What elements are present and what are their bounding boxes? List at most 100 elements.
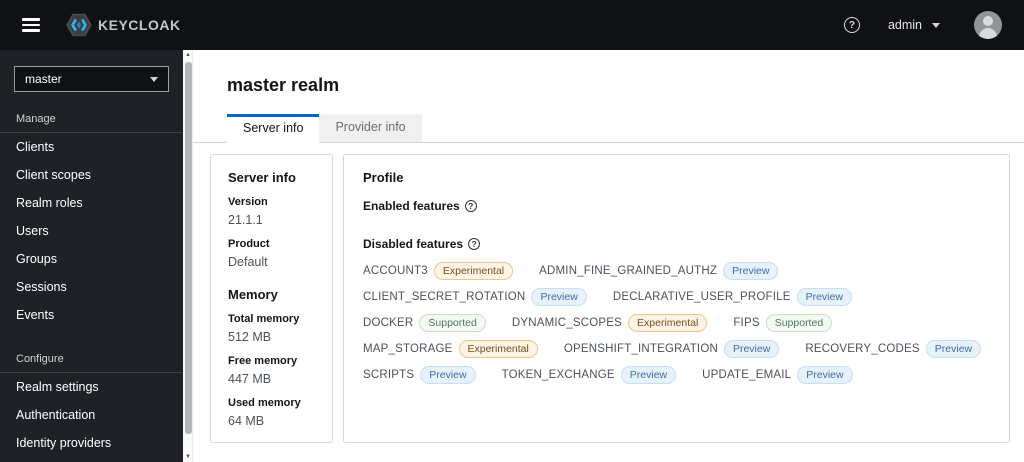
- sidebar-item-authentication[interactable]: Authentication: [0, 401, 183, 429]
- feature-name: SCRIPTS: [363, 369, 415, 381]
- tabs: Server info Provider info: [227, 114, 1024, 143]
- top-bar: KEYCLOAK ? admin: [0, 0, 1024, 50]
- realm-select-value: master: [25, 72, 62, 86]
- field-label: Version: [228, 196, 268, 208]
- sidebar-item-users[interactable]: Users: [0, 217, 183, 245]
- feature-status-badge: Preview: [620, 366, 677, 384]
- field-value: 512 MB: [228, 330, 272, 344]
- disabled-features-list: ACCOUNT3 Experimental ADMIN_FINE_GRAINED_A…: [363, 262, 989, 384]
- server-info-fields: Version 21.1.1 Product Default: [228, 196, 322, 269]
- nav-section-configure: Configure Realm settings Authentication Ide…: [0, 353, 183, 462]
- field-label: Free memory: [228, 355, 298, 367]
- sidebar-item-identity-providers[interactable]: Identity providers: [0, 429, 183, 457]
- feature-item: SCRIPTS Preview: [363, 366, 476, 384]
- nav-section-title: Configure: [16, 353, 64, 365]
- feature-item: ADMIN_FINE_GRAINED_AUTHZ Preview: [539, 262, 779, 280]
- enabled-features-label: Enabled features ?: [363, 199, 989, 213]
- field-label: Used memory: [228, 397, 301, 409]
- feature-item: TOKEN_EXCHANGE Preview: [502, 366, 677, 384]
- feature-name: ADMIN_FINE_GRAINED_AUTHZ: [539, 265, 718, 277]
- field-label: Total memory: [228, 313, 300, 325]
- feature-name: OPENSHIFT_INTEGRATION: [563, 343, 718, 355]
- scrollbar-thumb[interactable]: [184, 62, 192, 434]
- feature-item: ACCOUNT3 Experimental: [363, 262, 514, 280]
- feature-status-badge: Preview: [420, 366, 476, 384]
- field-value: Default: [228, 255, 268, 269]
- vertical-scrollbar[interactable]: ▲ ▼: [183, 50, 193, 462]
- brand-name: KEYCLOAK: [98, 17, 181, 33]
- avatar[interactable]: [974, 11, 1002, 39]
- tab-server-info[interactable]: Server info: [227, 114, 320, 143]
- sidebar-item-client-scopes[interactable]: Client scopes: [0, 161, 183, 189]
- feature-item: MAP_STORAGE Experimental: [363, 340, 538, 358]
- feature-status-badge: Preview: [723, 340, 780, 358]
- sidebar-item-groups[interactable]: Groups: [0, 245, 183, 273]
- feature-status-badge: Preview: [531, 288, 587, 306]
- feature-name: DECLARATIVE_USER_PROFILE: [612, 291, 791, 303]
- sidebar-nav: Manage Clients Client scopes Realm roles Use…: [0, 113, 183, 462]
- feature-status-badge: Preview: [925, 340, 982, 358]
- question-circle-icon[interactable]: ?: [464, 200, 477, 212]
- scroll-down-arrow-icon[interactable]: ▼: [183, 452, 193, 462]
- hamburger-menu-icon[interactable]: [22, 18, 40, 32]
- feature-name: UPDATE_EMAIL: [702, 369, 792, 381]
- feature-name: MAP_STORAGE: [363, 343, 453, 355]
- feature-name: TOKEN_EXCHANGE: [501, 369, 615, 381]
- sidebar-item-realm-roles[interactable]: Realm roles: [0, 189, 183, 217]
- feature-item: FIPS Supported: [733, 314, 833, 332]
- sidebar-item-sessions[interactable]: Sessions: [0, 273, 183, 301]
- feature-status-badge: Preview: [796, 288, 852, 306]
- feature-status-badge: Experimental: [628, 314, 708, 332]
- feature-name: FIPS: [733, 317, 760, 329]
- chevron-down-icon: [932, 22, 940, 28]
- sidebar-item-clients[interactable]: Clients: [0, 133, 183, 161]
- feature-item: CLIENT_SECRET_ROTATION Preview: [363, 288, 587, 306]
- feature-status-badge: Supported: [765, 314, 833, 332]
- sidebar-item-realm-settings[interactable]: Realm settings: [0, 373, 183, 401]
- memory-heading: Memory: [228, 287, 278, 302]
- feature-name: RECOVERY_CODES: [805, 343, 920, 355]
- memory-fields: Total memory 512 MB Free memory 447 MB Used …: [228, 313, 322, 428]
- feature-status-badge: Preview: [797, 366, 853, 384]
- question-circle-icon[interactable]: ?: [468, 238, 481, 250]
- user-name: admin: [887, 18, 922, 32]
- feature-name: CLIENT_SECRET_ROTATION: [363, 291, 526, 303]
- help-icon[interactable]: ?: [843, 17, 860, 33]
- server-info-heading: Server info: [228, 170, 296, 185]
- feature-item: DYNAMIC_SCOPES Experimental: [511, 314, 708, 332]
- sidebar-item-events[interactable]: Events: [0, 301, 183, 329]
- field-value: 447 MB: [228, 372, 272, 386]
- info-field: Product Default: [228, 238, 322, 269]
- page-title: master realm: [227, 75, 340, 95]
- info-field: Total memory 512 MB: [228, 313, 322, 344]
- server-info-card: Server info Version 21.1.1 Product Default …: [210, 154, 333, 443]
- feature-status-badge: Preview: [723, 262, 779, 280]
- disabled-features-label: Disabled features ?: [363, 237, 989, 251]
- profile-card: Profile Enabled features ? Disabled feat…: [343, 154, 1010, 443]
- info-field: Free memory 447 MB: [228, 355, 322, 386]
- tab-provider-info[interactable]: Provider info: [319, 114, 422, 143]
- feature-name: ACCOUNT3: [363, 265, 428, 277]
- profile-heading: Profile: [363, 170, 404, 185]
- sidebar-item-user-federation[interactable]: User federation: [0, 457, 183, 462]
- feature-item: OPENSHIFT_INTEGRATION Preview: [564, 340, 780, 358]
- user-menu[interactable]: admin: [888, 18, 940, 32]
- feature-item: DECLARATIVE_USER_PROFILE Preview: [613, 288, 852, 306]
- feature-status-badge: Experimental: [433, 262, 514, 280]
- feature-name: DYNAMIC_SCOPES: [511, 317, 623, 329]
- nav-section-manage: Manage Clients Client scopes Realm roles Use…: [0, 113, 183, 329]
- chevron-down-icon: [150, 76, 158, 82]
- info-field: Version 21.1.1: [228, 196, 322, 227]
- sidebar: master Manage Clients Client scopes Realm r…: [0, 50, 183, 462]
- field-label: Product: [228, 238, 270, 250]
- nav-section-title: Manage: [16, 113, 56, 125]
- info-field: Used memory 64 MB: [228, 397, 322, 428]
- realm-select[interactable]: master: [14, 66, 169, 92]
- feature-item: RECOVERY_CODES Preview: [805, 340, 982, 358]
- field-value: 64 MB: [228, 414, 265, 428]
- scroll-up-arrow-icon[interactable]: ▲: [183, 50, 193, 60]
- feature-status-badge: Experimental: [458, 340, 538, 358]
- keycloak-logo-icon: [66, 13, 92, 37]
- feature-name: DOCKER: [363, 317, 414, 329]
- feature-status-badge: Supported: [419, 314, 486, 332]
